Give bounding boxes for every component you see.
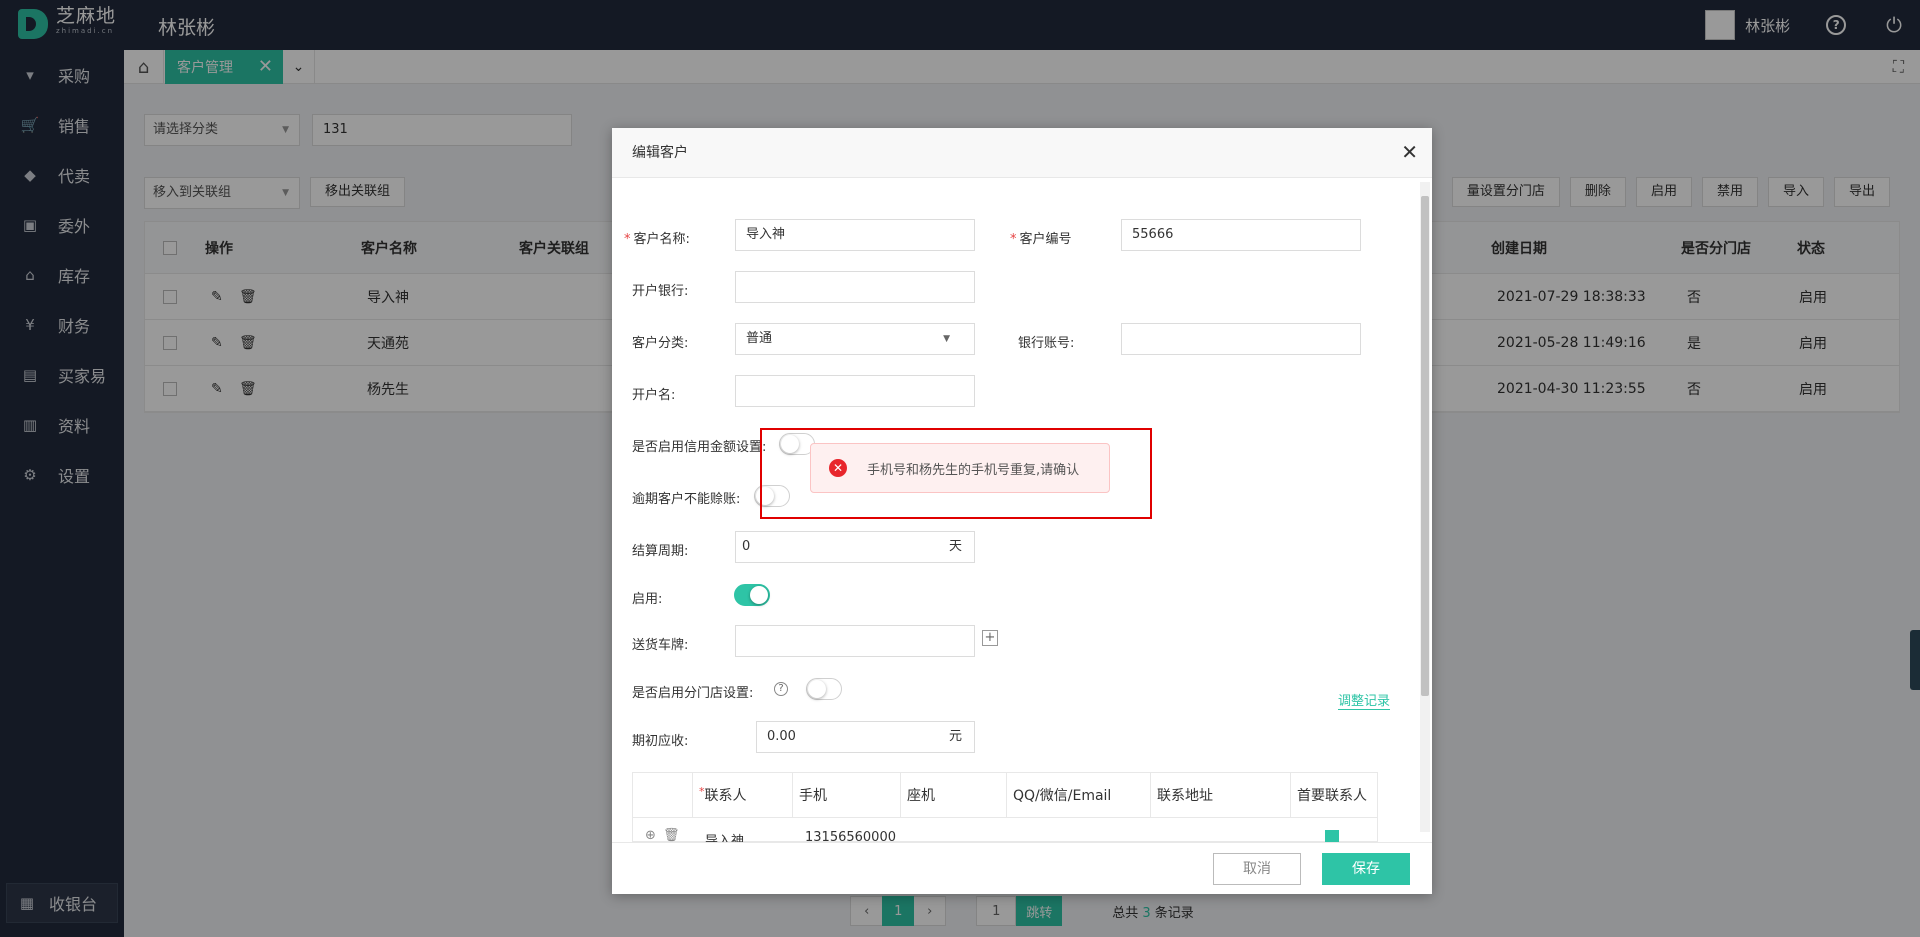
customer-name-label: * 客户名称: bbox=[624, 232, 690, 247]
plate-label: 送货车牌: bbox=[632, 638, 689, 653]
bank-input[interactable] bbox=[735, 271, 975, 303]
initial-unit: 元 bbox=[948, 729, 962, 744]
plate-input[interactable] bbox=[735, 625, 975, 657]
branch-setting-switch[interactable] bbox=[806, 678, 842, 700]
primary-contact-checkbox[interactable] bbox=[1325, 830, 1339, 842]
overdue-label: 逾期客户不能赊账: bbox=[632, 492, 741, 507]
contacts-header-phone: 手机 bbox=[793, 773, 901, 817]
close-icon[interactable]: ✕ bbox=[1401, 140, 1418, 164]
modal-footer: 取消 保存 bbox=[612, 842, 1432, 894]
customer-no-input[interactable]: 55666 bbox=[1121, 219, 1361, 251]
category-select[interactable]: 普通 ▼ bbox=[735, 323, 975, 355]
contact-row: ⊕ 🗑 导入神 13156560000 bbox=[633, 817, 1377, 842]
account-name-label: 开户名: bbox=[632, 388, 676, 403]
cancel-button[interactable]: 取消 bbox=[1213, 853, 1301, 885]
contacts-header-tel: 座机 bbox=[901, 773, 1007, 817]
add-contact-icon[interactable]: ⊕ bbox=[645, 828, 656, 842]
add-plate-icon[interactable]: + bbox=[982, 630, 998, 646]
customer-name-input[interactable]: 导入神 bbox=[735, 219, 975, 251]
contacts-header-primary: 首要联系人 bbox=[1297, 788, 1367, 804]
chevron-down-icon: ▼ bbox=[943, 334, 950, 344]
help-icon[interactable]: ? bbox=[774, 682, 788, 696]
enable-label: 启用: bbox=[632, 592, 663, 607]
bank-account-label: 银行账号: bbox=[1018, 336, 1075, 351]
trash-icon[interactable]: 🗑 bbox=[663, 828, 680, 842]
settle-unit: 天 bbox=[948, 539, 962, 554]
contacts-header-address: 联系地址 bbox=[1151, 773, 1291, 817]
contact-name[interactable]: 导入神 bbox=[705, 830, 744, 842]
initial-receivable-label: 期初应收: bbox=[632, 734, 689, 749]
customer-no-label: * 客户编号 bbox=[1010, 232, 1072, 247]
settle-period-input[interactable]: 0天 bbox=[735, 531, 975, 563]
enable-switch[interactable] bbox=[734, 584, 770, 606]
save-button[interactable]: 保存 bbox=[1322, 853, 1410, 885]
bank-label: 开户银行: bbox=[632, 284, 689, 299]
category-label: 客户分类: bbox=[632, 336, 689, 351]
modal-title: 编辑客户 bbox=[612, 128, 1432, 178]
bank-account-input[interactable] bbox=[1121, 323, 1361, 355]
contact-phone[interactable]: 13156560000 bbox=[805, 830, 896, 842]
contacts-header-qq: QQ/微信/Email bbox=[1007, 773, 1151, 817]
account-name-input[interactable] bbox=[735, 375, 975, 407]
contacts-table: * 联系人 手机 座机 QQ/微信/Email 联系地址 首要联系人 ⊕ 🗑 导入… bbox=[632, 772, 1378, 842]
initial-receivable-input[interactable]: 0.00 元 bbox=[756, 721, 975, 753]
adjust-record-link[interactable]: 调整记录 bbox=[1338, 690, 1391, 710]
modal-scrollbar[interactable] bbox=[1420, 182, 1430, 832]
branch-setting-label: 是否启用分门店设置: bbox=[632, 686, 754, 701]
settle-period-label: 结算周期: bbox=[632, 544, 689, 559]
contacts-header-name: * 联系人 bbox=[693, 773, 793, 817]
credit-setting-label: 是否启用信用金额设置: bbox=[632, 440, 767, 455]
error-highlight-box bbox=[760, 428, 1152, 519]
